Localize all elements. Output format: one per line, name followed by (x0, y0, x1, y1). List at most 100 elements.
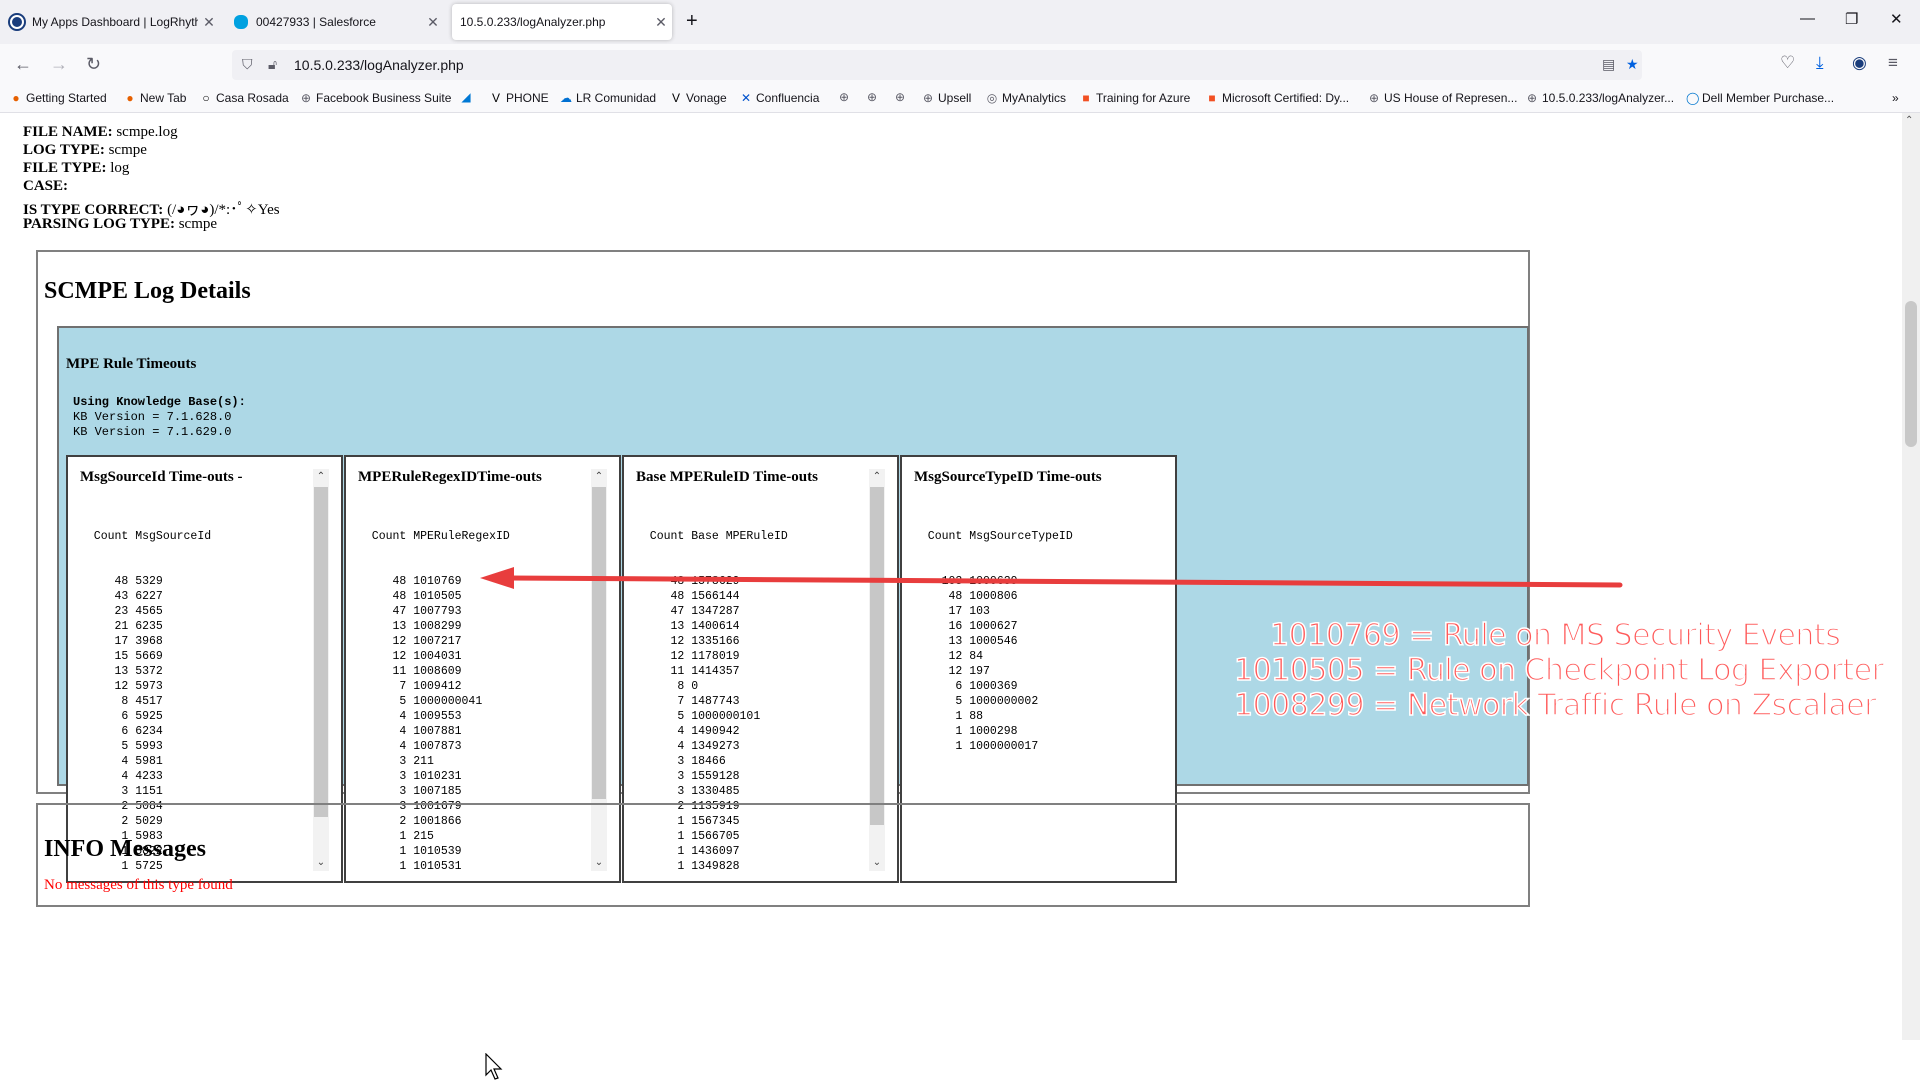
bookmark-us-house[interactable]: ⊕ US House of Represen... (1368, 91, 1517, 105)
bookmark-globe-2[interactable]: ⊕ (866, 91, 882, 103)
list-item: 4 5981 (80, 755, 163, 768)
reader-view-icon[interactable]: ▤ (1602, 56, 1615, 73)
list-item: 43 6227 (80, 590, 163, 603)
downloads-icon[interactable]: ⤓ (1816, 53, 1824, 73)
scrollbar-thumb[interactable] (592, 487, 606, 799)
info-messages-section (36, 803, 1530, 907)
scrollbar-thumb[interactable] (870, 487, 884, 825)
reload-button[interactable]: ↻ (86, 54, 101, 75)
bookmark-azure[interactable]: ◢ (460, 91, 476, 103)
panel-header: Count Base MPERuleID (636, 530, 788, 543)
bookmark-label: Casa Rosada (216, 91, 289, 105)
bookmark-myanalytics[interactable]: ◎ MyAnalytics (986, 91, 1066, 105)
bookmark-casa-rosada[interactable]: ○ Casa Rosada (200, 91, 289, 105)
scrollbar-thumb[interactable] (314, 487, 328, 817)
analytics-icon: ◎ (986, 91, 998, 105)
globe-icon: ⊕ (866, 90, 878, 104)
bookmark-label: Facebook Business Suite (316, 91, 452, 105)
scroll-up-icon[interactable]: ⌃ (869, 469, 885, 485)
logrhythm-icon (8, 13, 26, 31)
bookmark-getting-started[interactable]: ● Getting Started (10, 91, 106, 105)
list-item: 5 1000000101 (636, 710, 761, 723)
new-tab-button[interactable]: + (686, 10, 698, 33)
bookmark-training-azure[interactable]: ■ Training for Azure (1080, 91, 1190, 105)
bookmark-label: Microsoft Certified: Dy... (1222, 91, 1350, 105)
list-item: 4 1007873 (358, 740, 462, 753)
list-item: 13 1008299 (358, 620, 462, 633)
bookmark-upsell[interactable]: ⊕ Upsell (922, 91, 971, 105)
mouse-cursor-icon (485, 1053, 503, 1080)
scroll-up-icon[interactable]: ⌃ (591, 469, 607, 485)
list-item: 47 1007793 (358, 605, 462, 618)
bookmark-lr-comunidad[interactable]: ☁ LR Comunidad (560, 91, 656, 105)
restore-button[interactable]: ❐ (1845, 10, 1858, 28)
close-icon[interactable]: ✕ (422, 14, 444, 31)
scroll-up-icon[interactable]: ⌃ (313, 469, 329, 485)
bookmark-confluencia[interactable]: ✕ Confluencia (740, 91, 819, 105)
list-item: 15 5669 (80, 650, 163, 663)
page-scrollbar-thumb[interactable] (1905, 301, 1917, 447)
tab-logrhythm[interactable]: My Apps Dashboard | LogRhythm ✕ (0, 4, 220, 40)
lock-icon[interactable]: 🔓︎ (268, 56, 277, 73)
bookmark-label: Upsell (938, 91, 972, 105)
bookmark-globe-3[interactable]: ⊕ (894, 91, 910, 103)
close-icon[interactable]: ✕ (650, 14, 672, 31)
list-item: 12 5973 (80, 680, 163, 693)
bookmark-label: Dell Member Purchase... (1702, 91, 1835, 105)
url-text[interactable]: 10.5.0.233/logAnalyzer.php (294, 57, 464, 73)
tab-salesforce[interactable]: 00427933 | Salesforce ✕ (224, 4, 444, 40)
forward-button[interactable]: → (50, 54, 68, 75)
menu-icon[interactable]: ≡ (1888, 53, 1898, 73)
bookmark-phone[interactable]: V PHONE (490, 91, 549, 105)
page-content: FILE NAME: scmpe.log LOG TYPE: scmpe FIL… (0, 113, 1902, 1080)
bookmark-star-icon[interactable]: ★ (1626, 56, 1639, 73)
list-item: 7 1487743 (636, 695, 740, 708)
confluence-icon: ✕ (740, 91, 752, 105)
close-icon[interactable]: ✕ (198, 14, 220, 31)
list-item: 6 5925 (80, 710, 163, 723)
scroll-up-icon[interactable]: ⌃ (1905, 115, 1913, 126)
bookmark-label: New Tab (140, 91, 187, 105)
salesforce-icon (234, 15, 248, 29)
list-item: 8 4517 (80, 695, 163, 708)
log-type-row: LOG TYPE: scmpe (23, 142, 147, 159)
file-type-value: log (110, 160, 130, 176)
address-bar[interactable]: ⛉ 🔓︎ 10.5.0.233/logAnalyzer.php ▤ ★ (232, 50, 1642, 80)
bookmark-globe-1[interactable]: ⊕ (838, 91, 854, 103)
salesforce-icon: ☁ (560, 91, 572, 105)
list-item: 4 4233 (80, 770, 163, 783)
tab-label: My Apps Dashboard | LogRhythm (32, 15, 198, 29)
bookmark-loganalyzer[interactable]: ⊕ 10.5.0.233/logAnalyzer... (1526, 91, 1674, 105)
navigation-bar: ← → ↻ ⛉ 🔓︎ 10.5.0.233/logAnalyzer.php ▤ … (0, 44, 1920, 86)
info-message: No messages of this type found (44, 877, 233, 893)
back-button[interactable]: ← (14, 54, 32, 75)
globe-icon: ⊕ (922, 91, 934, 105)
minimize-button[interactable]: — (1800, 10, 1815, 27)
bookmark-label: PHONE (506, 91, 549, 105)
azure-icon: ◢ (461, 90, 471, 104)
microsoft-icon: ■ (1208, 91, 1216, 105)
pocket-icon[interactable]: ♡ (1780, 53, 1795, 73)
bookmark-vonage[interactable]: V Vonage (670, 91, 727, 105)
mpe-title: MPE Rule Timeouts (66, 356, 197, 372)
list-item: 48 5329 (80, 575, 163, 588)
bookmark-facebook[interactable]: ⊕ Facebook Business Suite (300, 91, 451, 105)
list-item: 12 1004031 (358, 650, 462, 663)
bookmark-dell[interactable]: ◯ Dell Member Purchase... (1686, 91, 1834, 105)
extension-icon[interactable]: ◉ (1852, 53, 1867, 73)
vonage-icon: V (491, 91, 500, 105)
list-item: 5 1000000002 (914, 695, 1039, 708)
list-item: 12 197 (914, 665, 990, 678)
bookmark-new-tab[interactable]: ● New Tab (124, 91, 186, 105)
globe-icon: ⊕ (1368, 91, 1380, 105)
vonage-icon: V (671, 91, 680, 105)
list-item: 13 1000546 (914, 635, 1018, 648)
tab-loganalyzer[interactable]: 10.5.0.233/logAnalyzer.php ✕ (452, 4, 672, 40)
page-scrollbar[interactable]: ⌃ (1902, 113, 1920, 1040)
bookmark-ms-certified[interactable]: ■ Microsoft Certified: Dy... (1206, 91, 1349, 105)
bookmarks-overflow-icon[interactable]: » (1892, 91, 1899, 105)
close-window-button[interactable]: ✕ (1890, 10, 1903, 28)
shield-icon[interactable]: ⛉ (242, 56, 253, 73)
parsing-log-type-value: scmpe (178, 216, 218, 232)
bookmarks-bar: ● Getting Started ● New Tab ○ Casa Rosada ⊕… (0, 86, 1920, 113)
